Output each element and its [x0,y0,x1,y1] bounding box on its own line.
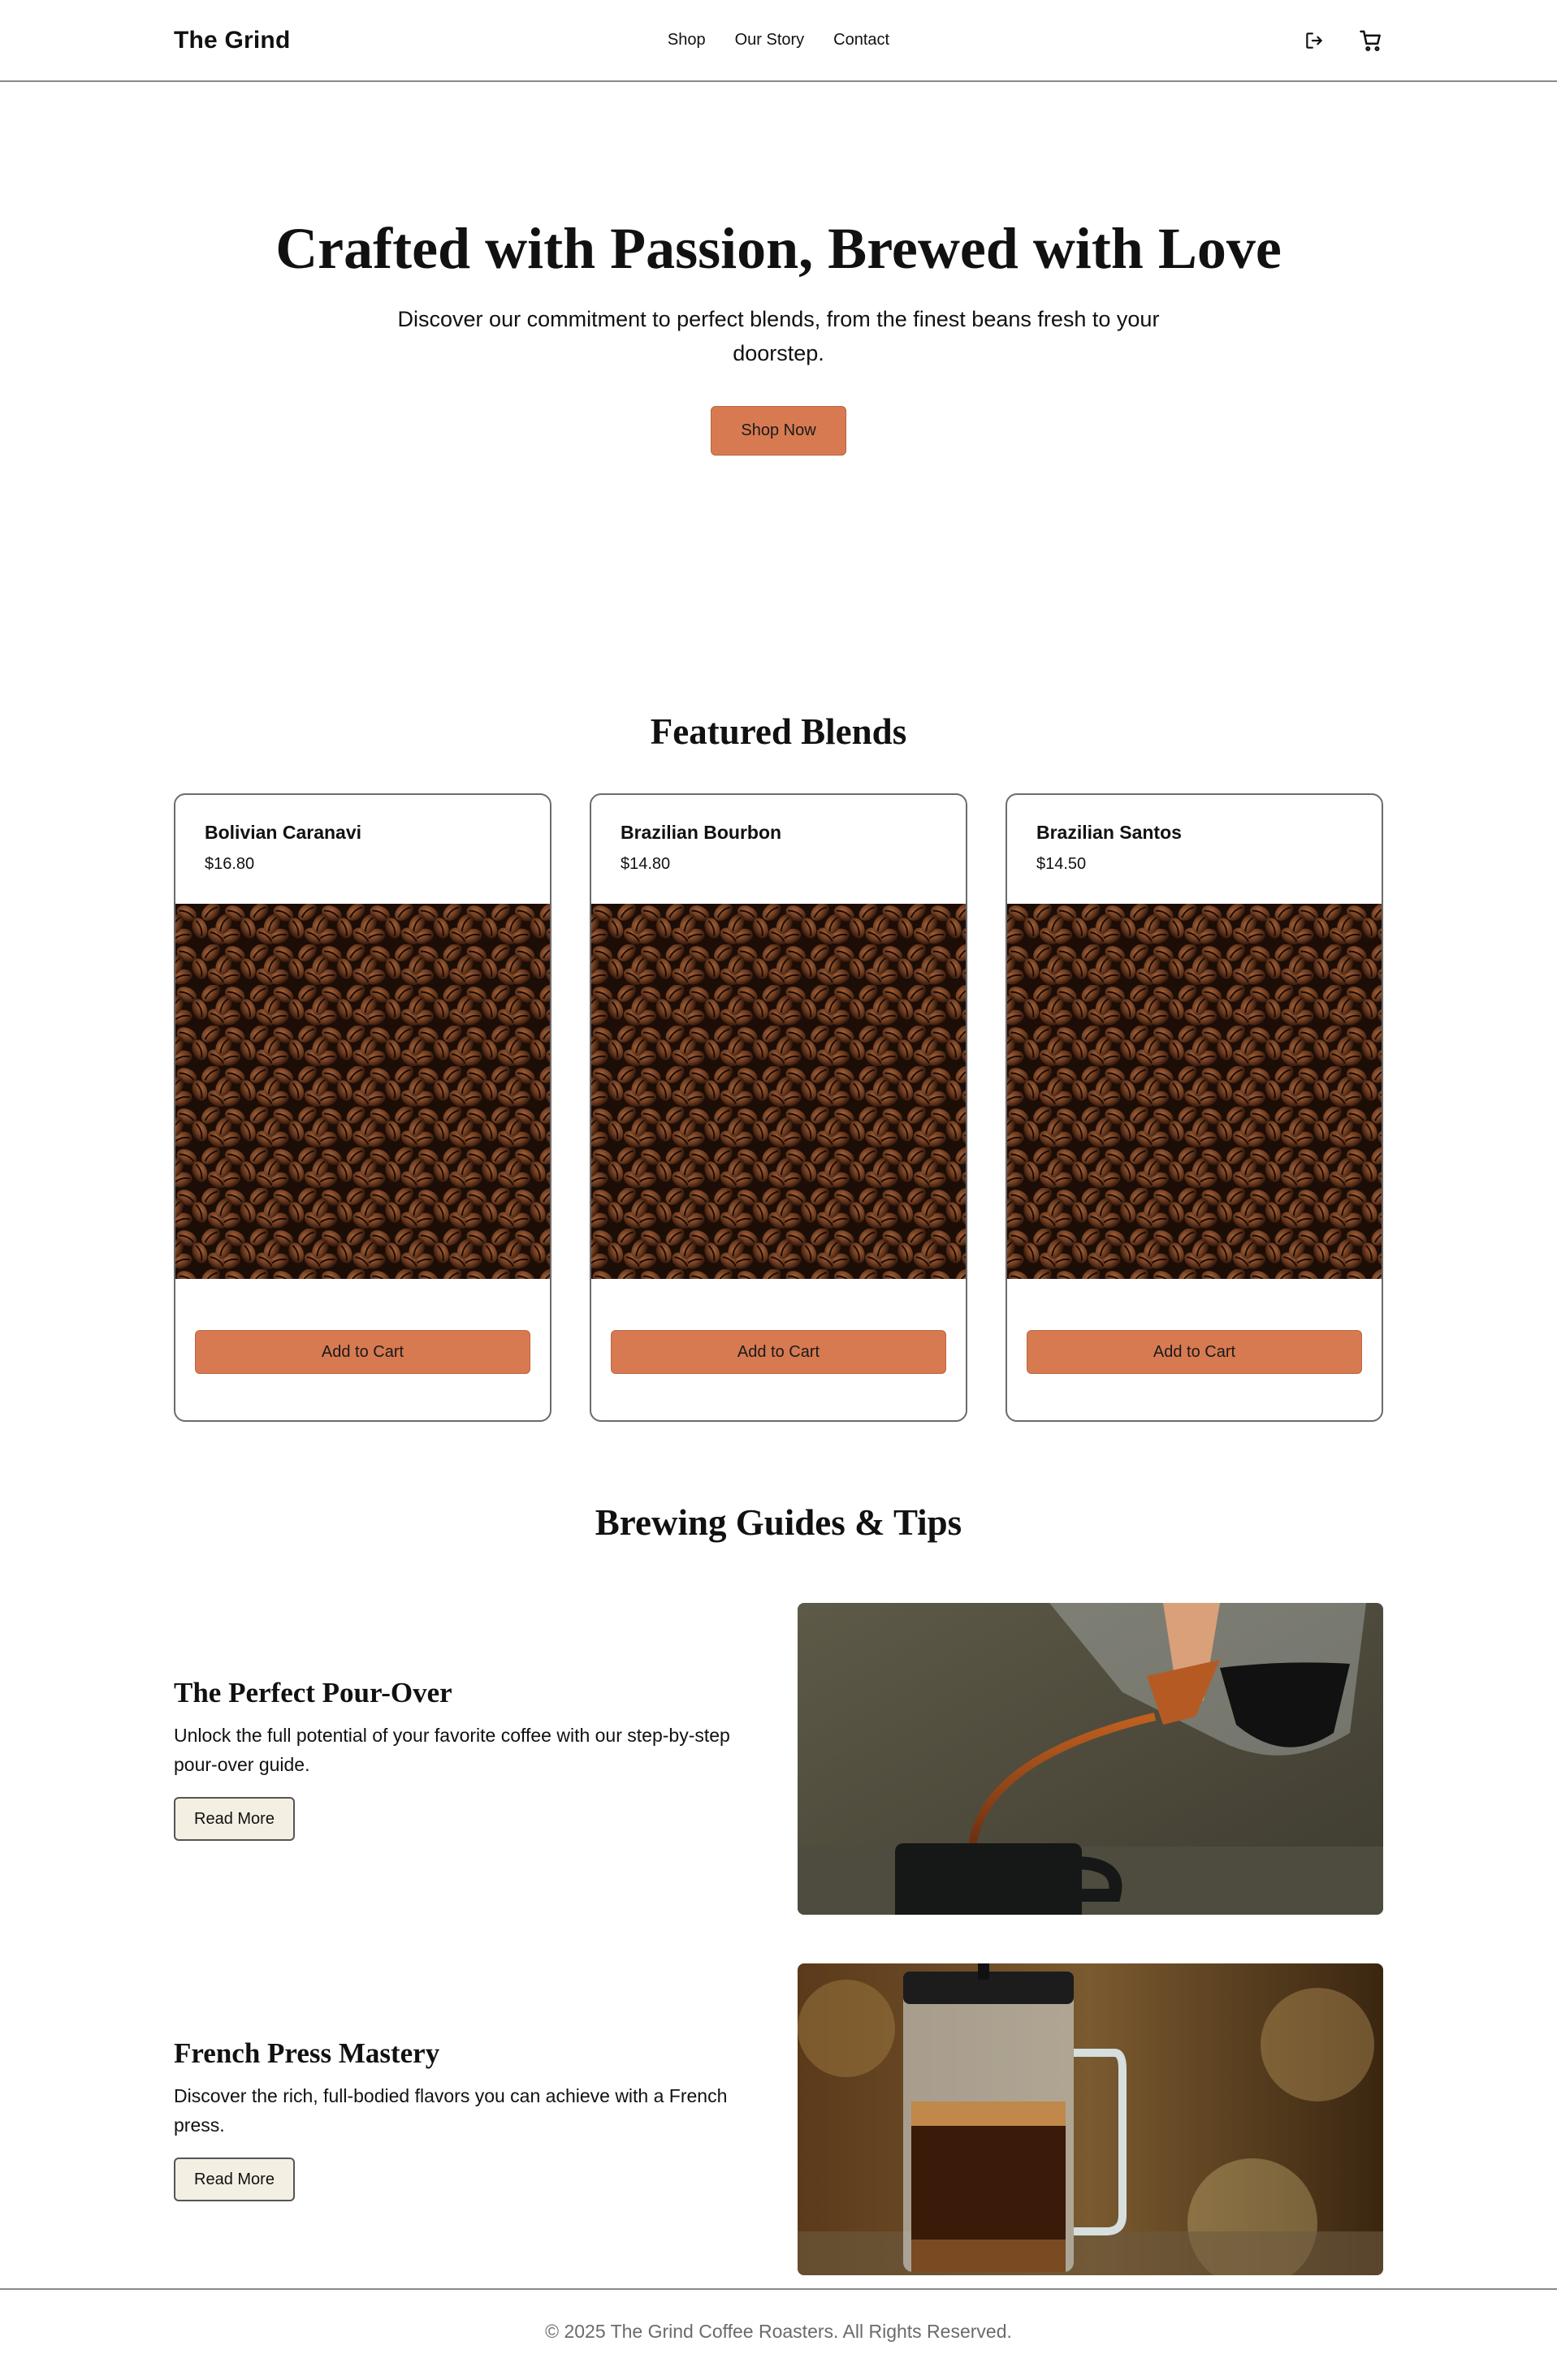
add-to-cart-button[interactable]: Add to Cart [611,1330,946,1374]
product-price: $14.80 [621,855,671,873]
copyright-text: © 2025 The Grind Coffee Roasters. All Ri… [545,2321,1012,2342]
french-press-image [798,1963,1383,2275]
guide-item: French Press Mastery Discover the rich, … [174,1963,1383,2275]
product-image[interactable] [591,904,966,1279]
hero-subtitle: Discover our commitment to perfect blend… [397,307,1160,366]
read-more-button[interactable]: Read More [174,2158,295,2201]
site-footer: © 2025 The Grind Coffee Roasters. All Ri… [0,2288,1557,2380]
guide-title: French Press Mastery [174,2037,440,2069]
nav-our-story[interactable]: Our Story [735,31,805,50]
main-nav: Shop Our Story Contact [668,31,889,50]
featured-section: Featured Blends Bolivian Caranavi $16.80… [0,542,1557,1422]
guides-title: Brewing Guides & Tips [595,1502,962,1543]
guides-section: Brewing Guides & Tips The Perfect Pour-O… [0,1422,1557,2275]
guide-item: The Perfect Pour-Over Unlock the full po… [174,1603,1383,1915]
hero-title: Crafted with Passion, Brewed with Love [275,216,1282,281]
pour-over-image [798,1603,1383,1915]
product-image[interactable] [175,904,550,1279]
product-name[interactable]: Brazilian Bourbon [621,822,936,844]
guide-description: Discover the rich, full-bodied flavors y… [174,2085,728,2136]
product-name[interactable]: Bolivian Caranavi [205,822,521,844]
logout-icon[interactable] [1302,28,1326,53]
hero-section: Crafted with Passion, Brewed with Love D… [0,82,1557,542]
product-price: $14.50 [1036,855,1087,873]
shop-now-button[interactable]: Shop Now [711,406,846,456]
guide-description: Unlock the full potential of your favori… [174,1725,730,1775]
product-card: Brazilian Santos $14.50 Add to Cart [1006,793,1383,1422]
read-more-button[interactable]: Read More [174,1797,295,1841]
product-name[interactable]: Brazilian Santos [1036,822,1352,844]
nav-shop[interactable]: Shop [668,31,706,50]
product-grid: Bolivian Caranavi $16.80 Add to Cart Bra… [174,793,1383,1422]
product-card: Bolivian Caranavi $16.80 Add to Cart [174,793,551,1422]
product-card: Brazilian Bourbon $14.80 Add to Cart [590,793,967,1422]
add-to-cart-button[interactable]: Add to Cart [1027,1330,1362,1374]
guide-title: The Perfect Pour-Over [174,1677,452,1708]
featured-title: Featured Blends [650,711,907,752]
product-image[interactable] [1007,904,1382,1279]
cart-icon[interactable] [1359,28,1383,53]
site-logo[interactable]: The Grind [174,27,290,54]
nav-contact[interactable]: Contact [833,31,889,50]
header-actions [1302,28,1383,53]
site-header: The Grind Shop Our Story Contact [0,0,1557,82]
product-price: $16.80 [205,855,255,873]
add-to-cart-button[interactable]: Add to Cart [195,1330,530,1374]
